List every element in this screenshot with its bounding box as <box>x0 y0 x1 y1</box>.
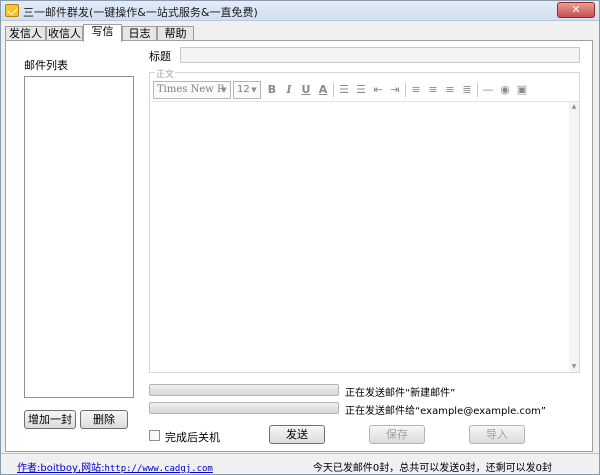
tab-compose[interactable]: 写信 <box>83 24 122 42</box>
tab-recipients[interactable]: 收信人 <box>46 26 83 41</box>
italic-icon[interactable]: I <box>282 83 296 97</box>
shutdown-label: 完成后关机 <box>165 431 220 444</box>
body-legend: 正文 <box>155 67 176 80</box>
chevron-down-icon: ▼ <box>221 86 227 94</box>
mail-list-label: 邮件列表 <box>24 59 68 72</box>
editor-scrollbar[interactable]: ▲ ▼ <box>569 102 579 372</box>
font-size-value: 12 <box>237 84 250 95</box>
underline-icon[interactable]: U <box>299 83 313 97</box>
horizontal-rule-icon[interactable]: — <box>481 83 495 97</box>
indent-icon[interactable]: ⇥ <box>388 83 402 97</box>
insert-link-icon[interactable]: ◉ <box>498 83 512 97</box>
font-color-icon[interactable]: A <box>316 83 330 97</box>
bold-icon[interactable]: B <box>265 83 279 97</box>
chevron-down-icon: ▼ <box>251 86 257 94</box>
font-family-select[interactable]: Times New R ▼ <box>153 81 231 99</box>
title-bar[interactable]: 三一邮件群发(一键操作&一站式服务&一直免费) ✕ <box>1 1 599 21</box>
author-website-link[interactable]: 作者:boitboy,网站:http://www.cadgj.com <box>17 459 213 474</box>
status-sending-recipient: 正在发送邮件给“example@example.com” <box>345 406 546 417</box>
progress-bar-mail <box>149 384 339 396</box>
scroll-up-icon[interactable]: ▲ <box>569 102 579 112</box>
tab-help[interactable]: 帮助 <box>157 26 194 41</box>
toolbar-divider <box>477 83 478 97</box>
send-stats: 今天已发邮件0封，总共可以发送0封，还剩可以发0封 <box>312 463 552 474</box>
justify-icon[interactable]: ≣ <box>460 83 474 97</box>
send-button[interactable]: 发送 <box>269 425 325 444</box>
ordered-list-icon[interactable]: ☰ <box>337 83 351 97</box>
body-group: 正文 Times New R ▼ 12 ▼ B I U A ☰ ☰ ⇤ ⇥ ≡ … <box>149 67 580 373</box>
add-mail-button[interactable]: 增加一封 <box>24 410 76 429</box>
font-size-select[interactable]: 12 ▼ <box>233 81 261 99</box>
mail-app-icon <box>5 4 19 17</box>
align-right-icon[interactable]: ≡ <box>443 83 457 97</box>
author-prefix: 作者:boitboy,网站: <box>17 463 105 474</box>
close-button[interactable]: ✕ <box>557 2 595 18</box>
toolbar-divider <box>405 83 406 97</box>
tab-log[interactable]: 日志 <box>122 26 157 41</box>
compose-panel: 邮件列表 增加一封 删除 标题 正文 Times New R ▼ 12 ▼ B … <box>5 40 593 452</box>
scroll-down-icon[interactable]: ▼ <box>569 362 579 372</box>
subject-input[interactable] <box>180 47 580 63</box>
align-left-icon[interactable]: ≡ <box>409 83 423 97</box>
font-family-value: Times New R <box>157 84 225 95</box>
window-title: 三一邮件群发(一键操作&一站式服务&一直免费) <box>23 6 258 19</box>
body-editor[interactable]: ▲ ▼ <box>151 101 579 372</box>
mail-list[interactable] <box>24 76 134 398</box>
tab-sender[interactable]: 发信人 <box>5 26 46 41</box>
delete-mail-button[interactable]: 删除 <box>80 410 128 429</box>
progress-bar-recipient <box>149 402 339 414</box>
align-center-icon[interactable]: ≡ <box>426 83 440 97</box>
website-url: http://www.cadgj.com <box>104 464 213 474</box>
toolbar-divider <box>333 83 334 97</box>
shutdown-checkbox[interactable] <box>149 430 160 441</box>
save-button[interactable]: 保存 <box>369 425 425 444</box>
status-sending-mail: 正在发送邮件“新建邮件” <box>345 388 456 399</box>
status-bar: 作者:boitboy,网站:http://www.cadgj.com 今天已发邮… <box>1 453 599 474</box>
app-window: 三一邮件群发(一键操作&一站式服务&一直免费) ✕ 发信人 收信人 写信 日志 … <box>0 0 600 475</box>
outdent-icon[interactable]: ⇤ <box>371 83 385 97</box>
import-button[interactable]: 导入 <box>469 425 525 444</box>
unordered-list-icon[interactable]: ☰ <box>354 83 368 97</box>
subject-label: 标题 <box>149 50 171 63</box>
insert-image-icon[interactable]: ▣ <box>515 83 529 97</box>
format-toolbar: Times New R ▼ 12 ▼ B I U A ☰ ☰ ⇤ ⇥ ≡ ≡ ≡… <box>151 80 579 100</box>
